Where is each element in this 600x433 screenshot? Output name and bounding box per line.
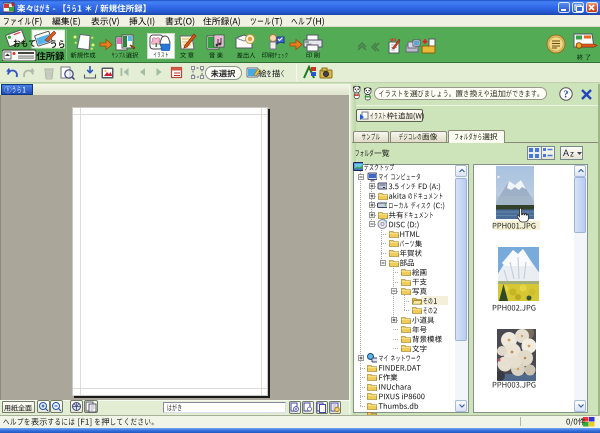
svg-text:?: ?: [564, 90, 569, 101]
svg-text:z: z: [570, 150, 574, 159]
svg-text:A: A: [563, 148, 569, 158]
